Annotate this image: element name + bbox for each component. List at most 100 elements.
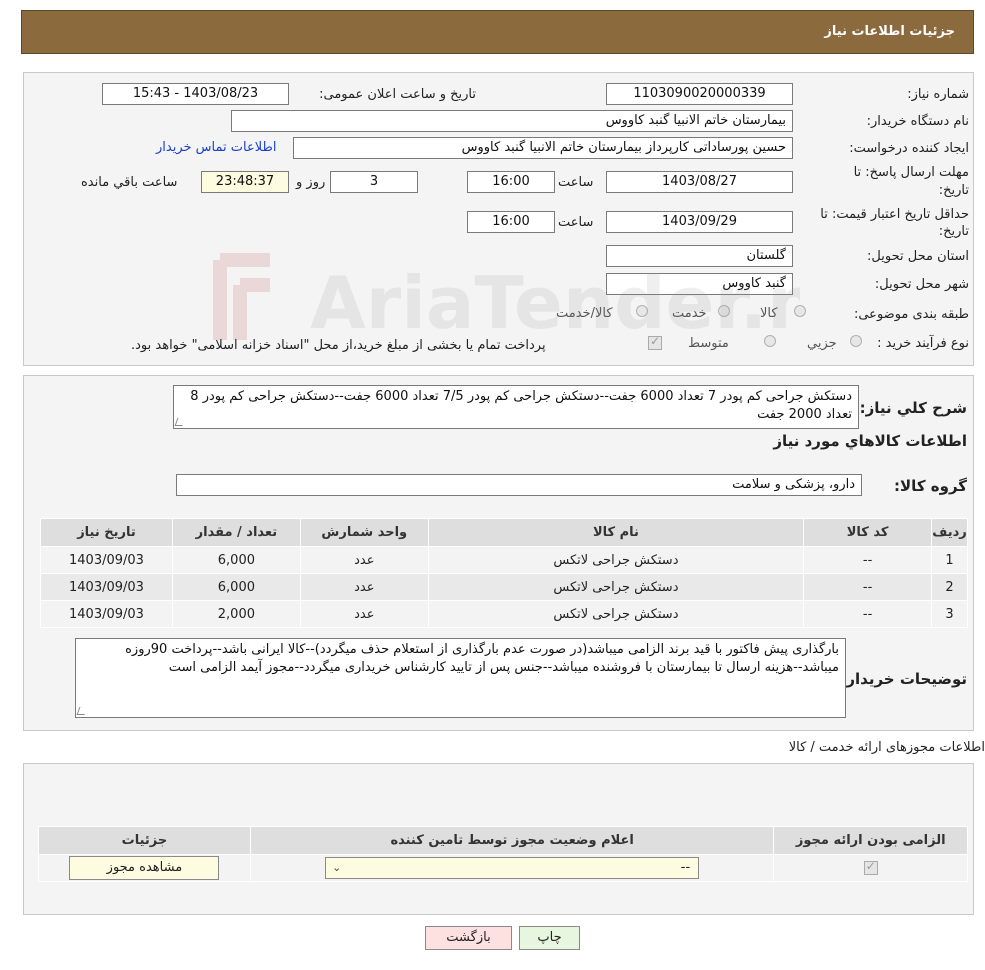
buyer-org-label: نام دستگاه خریدار: bbox=[866, 114, 969, 129]
validity-date-field: 1403/09/29 bbox=[606, 211, 793, 233]
cell-name: دستکش جراحی لاتکس bbox=[427, 573, 805, 601]
cell-date: 1403/09/03 bbox=[40, 600, 173, 628]
purchase-medium-label: متوسط bbox=[688, 336, 729, 351]
col-license-required: الزامی بودن ارائه مجوز bbox=[773, 826, 968, 855]
purchase-type-label: نوع فرآیند خرید : bbox=[877, 336, 969, 351]
need-number-label: شماره نیاز: bbox=[907, 87, 969, 102]
buyer-notes-text: بارگذاری پیش فاکتور با قید برند الزامی م… bbox=[75, 638, 846, 718]
buyer-notes-label: توضیحات خریدار: bbox=[840, 670, 967, 688]
license-status-select[interactable]: -- ⌄ bbox=[325, 857, 700, 879]
validity-time-field: 16:00 bbox=[467, 211, 555, 233]
requester-field: حسین پورساداتی کارپرداز بیمارستان خاتم ا… bbox=[293, 137, 793, 159]
buyer-org-field: بیمارستان خاتم الانبیا گنبد کاووس bbox=[231, 110, 793, 132]
page-header: جزئیات اطلاعات نیاز bbox=[21, 10, 974, 54]
province-label: استان محل تحویل: bbox=[867, 249, 969, 264]
announce-label: تاریخ و ساعت اعلان عمومی: bbox=[319, 87, 476, 102]
reply-date-field: 1403/08/27 bbox=[606, 171, 793, 193]
licenses-table-header: الزامی بودن ارائه مجوز اعلام وضعیت مجوز … bbox=[38, 826, 968, 855]
treasury-checkbox[interactable] bbox=[648, 334, 662, 350]
cell-unit: عدد bbox=[299, 600, 429, 628]
purchase-minor-label: جزیي bbox=[807, 336, 837, 351]
category-service-label: خدمت bbox=[672, 306, 707, 321]
purchase-radio-minor[interactable] bbox=[850, 335, 862, 347]
remaining-time-label: ساعت باقي مانده bbox=[81, 175, 178, 190]
days-label: روز و bbox=[296, 175, 326, 190]
category-goods-service-label: کالا/خدمت bbox=[556, 306, 613, 321]
cell-code: -- bbox=[803, 546, 933, 574]
license-status-cell: -- ⌄ bbox=[249, 854, 775, 882]
cell-name: دستکش جراحی لاتکس bbox=[427, 546, 805, 574]
chevron-down-icon: ⌄ bbox=[332, 861, 342, 874]
licenses-table: الزامی بودن ارائه مجوز اعلام وضعیت مجوز … bbox=[38, 826, 968, 882]
need-number-field: 1103090020000339 bbox=[606, 83, 793, 105]
buyer-notes-content: بارگذاری پیش فاکتور با قید برند الزامی م… bbox=[125, 642, 839, 675]
category-radio-goods[interactable] bbox=[794, 305, 806, 317]
page-title: جزئیات اطلاعات نیاز bbox=[824, 24, 955, 39]
license-row: -- ⌄ مشاهده مجوز bbox=[38, 854, 968, 882]
cell-name: دستکش جراحی لاتکس bbox=[427, 600, 805, 628]
license-required-checkbox bbox=[863, 859, 878, 875]
table-row: 3 -- دستکش جراحی لاتکس عدد 2,000 1403/09… bbox=[40, 600, 968, 628]
licenses-title: اطلاعات مجوزهای ارائه خدمت / کالا bbox=[788, 740, 985, 755]
category-radio-goods-service[interactable] bbox=[636, 305, 648, 317]
category-radio-service[interactable] bbox=[718, 305, 730, 317]
summary-text-content: دستکش جراحی کم پودر 7 تعداد 6000 جفت--دس… bbox=[190, 389, 852, 422]
category-goods-label: کالا bbox=[760, 306, 778, 321]
col-date: تاریخ نیاز bbox=[40, 518, 173, 547]
cell-qty: 2,000 bbox=[171, 600, 301, 628]
print-button[interactable]: چاپ bbox=[519, 926, 580, 950]
cell-unit: عدد bbox=[299, 573, 429, 601]
col-license-status: اعلام وضعیت مجوز توسط تامین کننده bbox=[249, 826, 775, 855]
purchase-radio-medium[interactable] bbox=[764, 335, 776, 347]
col-name: نام کالا bbox=[427, 518, 805, 547]
reply-time-field: 16:00 bbox=[467, 171, 555, 193]
validity-label: حداقل تاریخ اعتبار قیمت: تا bbox=[820, 207, 969, 222]
cell-code: -- bbox=[803, 573, 933, 601]
requester-label: ایجاد کننده درخواست: bbox=[849, 141, 969, 156]
reply-deadline-label-2: تاریخ: bbox=[938, 183, 969, 198]
cell-qty: 6,000 bbox=[171, 573, 301, 601]
license-details-cell: مشاهده مجوز bbox=[38, 854, 251, 882]
reply-deadline-label: مهلت ارسال پاسخ: تا bbox=[853, 165, 969, 180]
province-field: گلستان bbox=[606, 245, 793, 267]
goods-group-label: گروه کالا: bbox=[894, 477, 967, 495]
goods-info-title: اطلاعات کالاهاي مورد نياز bbox=[773, 432, 967, 450]
col-unit: واحد شمارش bbox=[299, 518, 429, 547]
cell-unit: عدد bbox=[299, 546, 429, 574]
announce-datetime-field: 1403/08/23 - 15:43 bbox=[102, 83, 289, 105]
items-table: ردیف کد کالا نام کالا واحد شمارش تعداد /… bbox=[40, 518, 968, 628]
col-qty: تعداد / مقدار bbox=[171, 518, 301, 547]
table-row: 1 -- دستکش جراحی لاتکس عدد 6,000 1403/09… bbox=[40, 546, 968, 574]
items-table-header: ردیف کد کالا نام کالا واحد شمارش تعداد /… bbox=[40, 518, 968, 547]
city-label: شهر محل تحویل: bbox=[874, 277, 969, 292]
cell-date: 1403/09/03 bbox=[40, 573, 173, 601]
remaining-time-field: 23:48:37 bbox=[201, 171, 289, 193]
col-row: ردیف bbox=[931, 518, 968, 547]
category-label: طبقه بندی موضوعی: bbox=[853, 307, 969, 322]
table-row: 2 -- دستکش جراحی لاتکس عدد 6,000 1403/09… bbox=[40, 573, 968, 601]
summary-text: دستکش جراحی کم پودر 7 تعداد 6000 جفت--دس… bbox=[173, 385, 859, 429]
cell-row: 1 bbox=[931, 546, 968, 574]
license-status-value: -- bbox=[680, 860, 691, 875]
reply-time-label: ساعت bbox=[558, 175, 594, 190]
col-code: کد کالا bbox=[803, 518, 933, 547]
validity-time-label: ساعت bbox=[558, 215, 594, 230]
goods-group-field: دارو، پزشکی و سلامت bbox=[176, 474, 862, 496]
cell-row: 2 bbox=[931, 573, 968, 601]
resize-handle-icon[interactable] bbox=[76, 707, 88, 715]
purchase-note: پرداخت تمام یا بخشی از مبلغ خرید،از محل … bbox=[131, 338, 546, 353]
cell-date: 1403/09/03 bbox=[40, 546, 173, 574]
summary-label: شرح کلي نياز: bbox=[859, 399, 967, 417]
col-license-details: جزئیات bbox=[38, 826, 251, 855]
city-field: گنبد کاووس bbox=[606, 273, 793, 295]
days-remaining-field: 3 bbox=[330, 171, 418, 193]
license-required-cell bbox=[773, 854, 968, 882]
buyer-contact-link[interactable]: اطلاعات تماس خریدار bbox=[156, 140, 276, 155]
cell-qty: 6,000 bbox=[171, 546, 301, 574]
back-button[interactable]: بازگشت bbox=[425, 926, 512, 950]
resize-handle-icon[interactable] bbox=[174, 418, 186, 426]
validity-label-2: تاریخ: bbox=[938, 224, 969, 239]
cell-row: 3 bbox=[931, 600, 968, 628]
view-license-button[interactable]: مشاهده مجوز bbox=[69, 856, 220, 880]
cell-code: -- bbox=[803, 600, 933, 628]
